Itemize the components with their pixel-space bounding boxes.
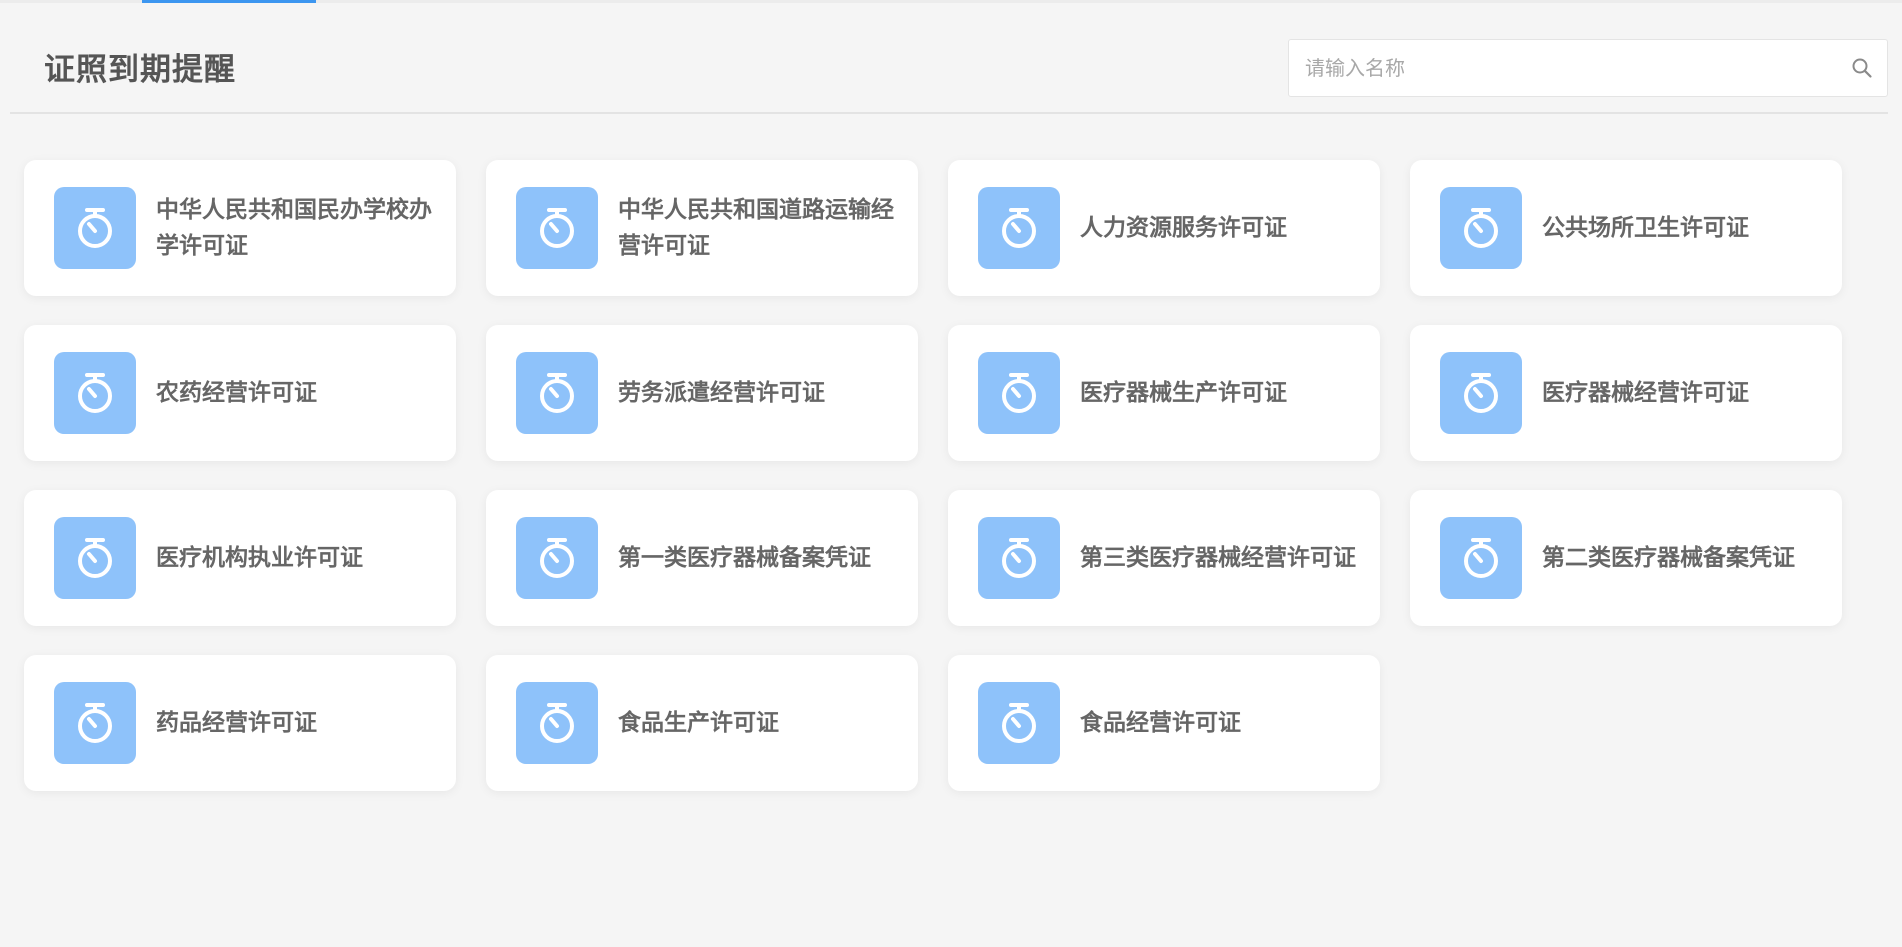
stopwatch-icon [1440, 187, 1522, 269]
stopwatch-icon [54, 517, 136, 599]
stopwatch-icon [54, 187, 136, 269]
stopwatch-icon [54, 682, 136, 764]
license-card[interactable]: 中华人民共和国民办学校办学许可证 [24, 160, 456, 296]
active-tab-indicator [142, 0, 316, 3]
license-card[interactable]: 第二类医疗器械备案凭证 [1410, 490, 1842, 626]
page-header: 证照到期提醒 [10, 36, 1888, 114]
license-card-label: 中华人民共和国民办学校办学许可证 [156, 197, 432, 259]
stopwatch-icon [1440, 352, 1522, 434]
search-icon[interactable] [1851, 57, 1873, 79]
license-card-grid: 中华人民共和国民办学校办学许可证 中华人民共和国道路运输经营许可证 人力资源服务许可… [24, 160, 1842, 791]
license-card-label: 第三类医疗器械经营许可证 [1080, 545, 1356, 571]
stopwatch-icon [516, 517, 598, 599]
stopwatch-icon [978, 682, 1060, 764]
license-card-label: 劳务派遣经营许可证 [618, 380, 825, 406]
license-card-label: 医疗器械经营许可证 [1542, 380, 1749, 406]
license-card[interactable]: 农药经营许可证 [24, 325, 456, 461]
license-card-label: 公共场所卫生许可证 [1542, 215, 1749, 241]
license-card-label: 食品经营许可证 [1080, 710, 1241, 736]
license-card-label: 药品经营许可证 [156, 710, 317, 736]
license-card-label: 第二类医疗器械备案凭证 [1542, 545, 1795, 571]
license-card[interactable]: 公共场所卫生许可证 [1410, 160, 1842, 296]
license-card[interactable]: 医疗机构执业许可证 [24, 490, 456, 626]
license-card[interactable]: 第三类医疗器械经营许可证 [948, 490, 1380, 626]
search-input[interactable] [1289, 40, 1829, 96]
stopwatch-icon [516, 682, 598, 764]
license-card[interactable]: 医疗器械生产许可证 [948, 325, 1380, 461]
stopwatch-icon [978, 352, 1060, 434]
stopwatch-icon [1440, 517, 1522, 599]
search-box[interactable] [1288, 39, 1888, 97]
stopwatch-icon [516, 352, 598, 434]
license-card-label: 食品生产许可证 [618, 710, 779, 736]
license-card[interactable]: 第一类医疗器械备案凭证 [486, 490, 918, 626]
license-card[interactable]: 劳务派遣经营许可证 [486, 325, 918, 461]
license-card[interactable]: 中华人民共和国道路运输经营许可证 [486, 160, 918, 296]
license-card[interactable]: 药品经营许可证 [24, 655, 456, 791]
stopwatch-icon [516, 187, 598, 269]
stopwatch-icon [54, 352, 136, 434]
license-card-label: 医疗器械生产许可证 [1080, 380, 1287, 406]
license-card-label: 医疗机构执业许可证 [156, 545, 363, 571]
license-card[interactable]: 食品经营许可证 [948, 655, 1380, 791]
license-card-label: 第一类医疗器械备案凭证 [618, 545, 871, 571]
page-title: 证照到期提醒 [44, 52, 236, 88]
license-card[interactable]: 人力资源服务许可证 [948, 160, 1380, 296]
stopwatch-icon [978, 187, 1060, 269]
license-card[interactable]: 医疗器械经营许可证 [1410, 325, 1842, 461]
license-card-label: 农药经营许可证 [156, 380, 317, 406]
stopwatch-icon [978, 517, 1060, 599]
license-card-label: 人力资源服务许可证 [1080, 215, 1287, 241]
license-card-label: 中华人民共和国道路运输经营许可证 [618, 197, 894, 259]
license-card[interactable]: 食品生产许可证 [486, 655, 918, 791]
